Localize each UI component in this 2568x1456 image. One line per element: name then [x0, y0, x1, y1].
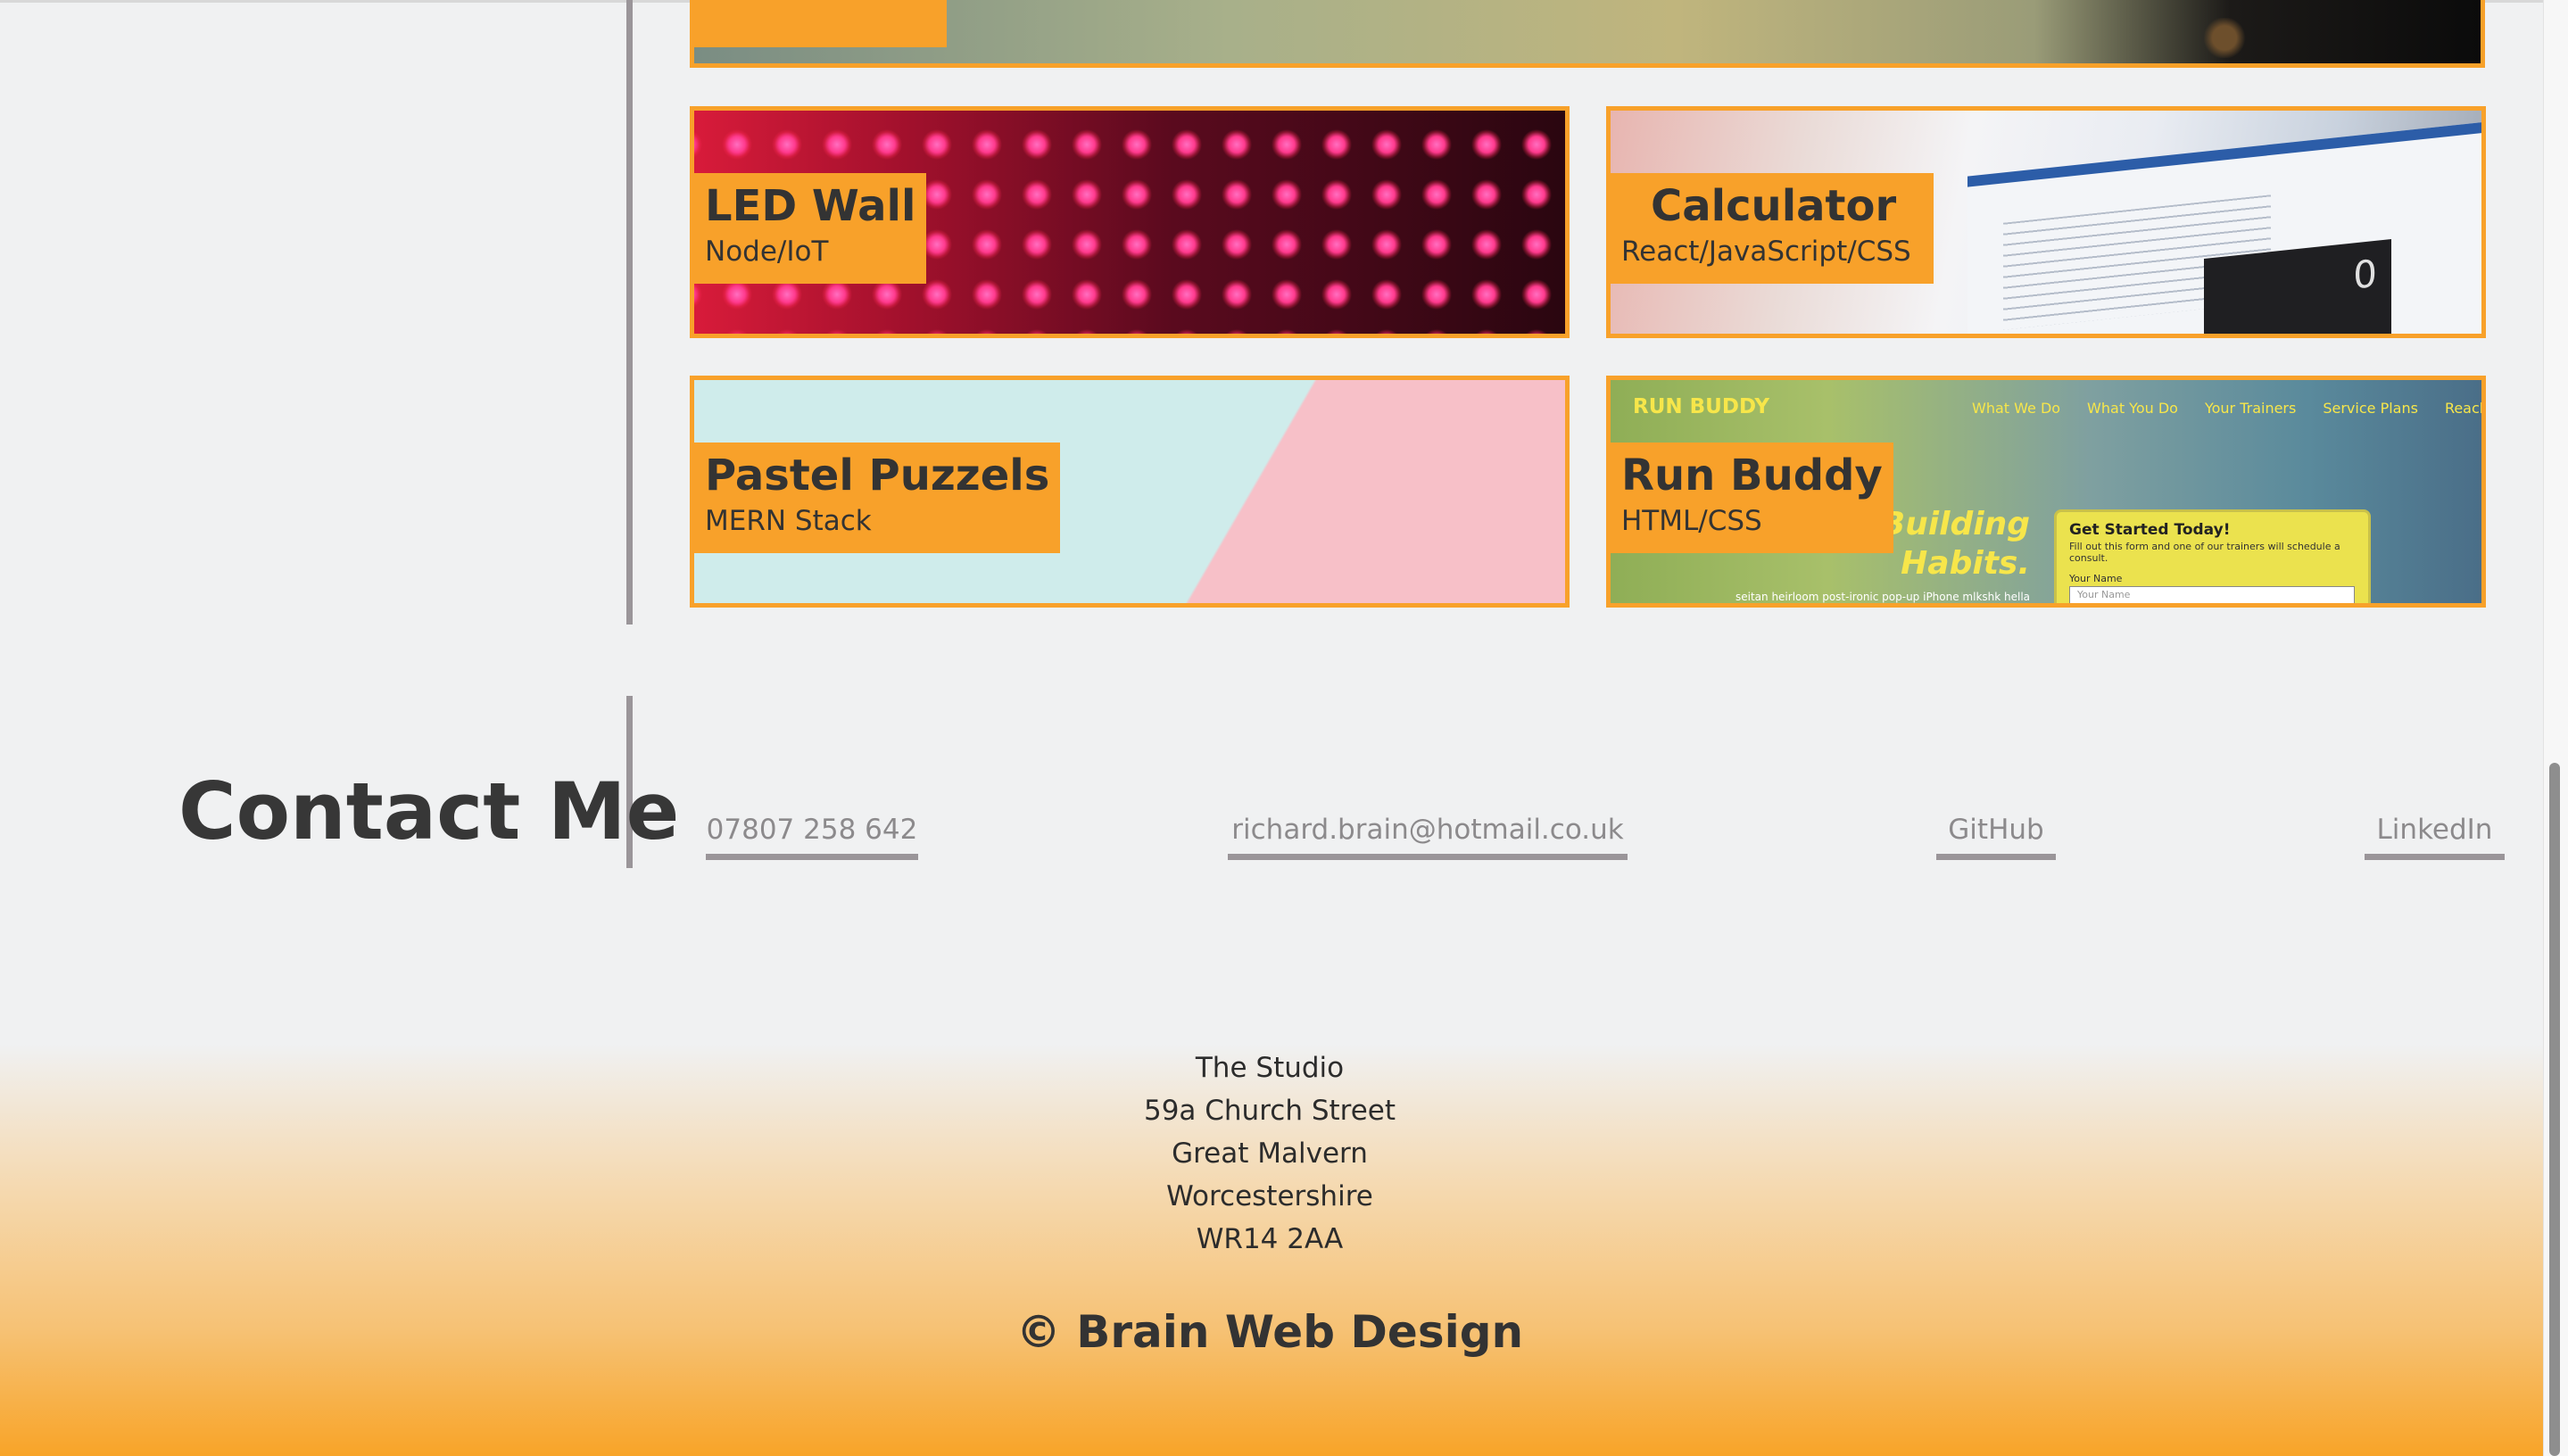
footer-copyright: © Brain Web Design: [1015, 1306, 1524, 1358]
project-image-figure: [2202, 18, 2247, 58]
project-card-label-tab: [694, 0, 947, 47]
address-line: WR14 2AA: [1196, 1223, 1344, 1255]
project-card-run-buddy[interactable]: RUN BUDDY What We Do What You Do Your Tr…: [1606, 376, 2486, 608]
project-card-led-wall[interactable]: LED Wall Node/IoT: [690, 106, 1570, 338]
project-label: LED Wall Node/IoT: [694, 173, 927, 284]
project-label: Pastel Puzzels MERN Stack: [694, 443, 1061, 553]
project-subtitle: HTML/CSS: [1621, 505, 1762, 537]
contact-heading: Contact Me: [178, 765, 680, 857]
footer-address: The Studio 59a Church Street Great Malve…: [1016, 1046, 1523, 1261]
page: LED Wall Node/IoT 0 Calculator React/Jav…: [0, 0, 2568, 1456]
project-label: Calculator React/JavaScript/CSS: [1611, 173, 1934, 284]
run-buddy-form-desc: Fill out this form and one of our traine…: [2069, 541, 2340, 564]
project-title: LED Wall: [705, 181, 916, 231]
run-buddy-nav-item: Reach Out: [2444, 400, 2486, 417]
address-line: Worcestershire: [1166, 1180, 1373, 1212]
project-subtitle: Node/IoT: [705, 236, 829, 268]
contact-email-link[interactable]: richard.brain@hotmail.co.uk: [1228, 806, 1628, 860]
project-title: Run Buddy: [1621, 451, 1883, 500]
run-buddy-nav: What We Do What You Do Your Trainers Ser…: [1972, 400, 2486, 417]
scrollbar-thumb[interactable]: [2549, 763, 2560, 1456]
address-line: The Studio: [1195, 1052, 1345, 1084]
contact-phone-link[interactable]: 07807 258 642: [706, 806, 918, 860]
project-subtitle: MERN Stack: [705, 505, 872, 537]
address-line: 59a Church Street: [1143, 1095, 1396, 1127]
run-buddy-tagline: seitan heirloom post-ironic pop-up iPhon…: [1735, 591, 2031, 603]
project-card-pastel-puzzels[interactable]: Pastel Puzzels MERN Stack: [690, 376, 1570, 608]
run-buddy-form: Get Started Today! Fill out this form an…: [2054, 509, 2371, 603]
contact-github-link[interactable]: GitHub: [1936, 806, 2056, 860]
project-card-calculator[interactable]: 0 Calculator React/JavaScript/CSS: [1606, 106, 2486, 338]
section-divider-work: [626, 0, 633, 625]
run-buddy-nav-item: What We Do: [1972, 400, 2061, 417]
run-buddy-form-input: Your Name: [2069, 586, 2355, 603]
run-buddy-nav-item: Your Trainers: [2204, 400, 2297, 417]
run-buddy-brand: RUN BUDDY: [1633, 395, 1770, 418]
project-card-previous[interactable]: [690, 0, 2485, 68]
run-buddy-nav-item: What You Do: [2087, 400, 2178, 417]
run-buddy-nav-item: Service Plans: [2323, 400, 2418, 417]
run-buddy-form-title: Get Started Today!: [2069, 521, 2231, 539]
run-buddy-form-label: Your Name: [2069, 573, 2123, 584]
project-label: Run Buddy HTML/CSS: [1611, 443, 1893, 553]
project-title: Pastel Puzzels: [705, 451, 1050, 500]
project-subtitle: React/JavaScript/CSS: [1621, 236, 1911, 268]
contact-linkedin-link[interactable]: LinkedIn: [2365, 806, 2505, 860]
project-title: Calculator: [1651, 181, 1897, 231]
address-line: Great Malvern: [1172, 1138, 1368, 1170]
